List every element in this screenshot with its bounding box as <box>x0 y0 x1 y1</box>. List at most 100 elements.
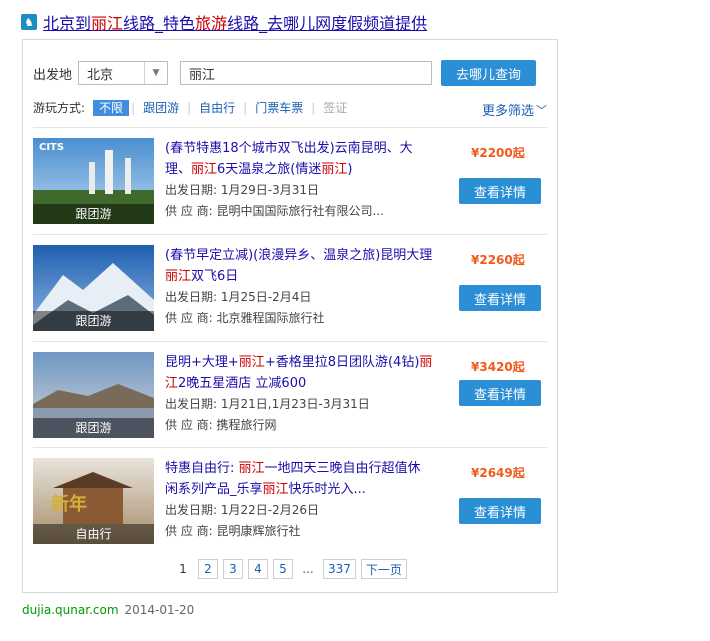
departure-date: 出发日期: 1月29日-3月31日 <box>165 180 433 201</box>
result-source: dujia.qunar.com 2014-01-20 <box>22 603 194 617</box>
price: ¥3420起 <box>471 360 525 374</box>
product-item: 新年 自由行 特惠自由行: 丽江一地四天三晚自由行超值休闲系列产品_乐享丽江快乐… <box>33 447 547 554</box>
next-page-button[interactable]: 下一页 <box>360 559 407 579</box>
price: ¥2260起 <box>471 253 525 267</box>
pagination: 1 2 3 4 5 ... 337 下一页 <box>173 559 412 579</box>
date-value: 1月21日,1月23日-3月31日 <box>220 397 370 411</box>
product-thumbnail[interactable]: 跟团游 <box>33 352 154 438</box>
date-value: 1月25日-2月4日 <box>220 290 312 304</box>
supplier-label: 供 应 商: <box>165 418 213 432</box>
name-part: 双飞6日 <box>191 269 239 284</box>
supplier-label: 供 应 商: <box>165 524 213 538</box>
date-value: 1月29日-3月31日 <box>220 183 320 197</box>
destination-value: 丽江 <box>189 67 216 83</box>
travel-search-box: 出发地 北京 ▼ 丽江 去哪儿查询 游玩方式: 不限 | 跟团游 | 自由行 |… <box>22 39 558 593</box>
more-filters-label: 更多筛选 <box>481 104 534 119</box>
tour-type-badge: 跟团游 <box>33 204 154 224</box>
chevron-down-icon[interactable]: ▼ <box>144 62 167 84</box>
camel-icon: ♞ <box>21 14 37 30</box>
date-label: 出发日期: <box>165 397 218 411</box>
name-highlight: 丽江 <box>165 269 192 284</box>
page-link-last[interactable]: 337 <box>323 559 356 579</box>
page-link[interactable]: 5 <box>273 559 293 579</box>
name-highlight: 丽江 <box>321 162 348 177</box>
page-link[interactable]: 4 <box>248 559 268 579</box>
name-part: 2晚五星酒店 立减600 <box>178 376 307 391</box>
departure-date: 出发日期: 1月21日,1月23日-3月31日 <box>165 394 433 415</box>
name-part: ) <box>347 162 353 177</box>
tour-type-badge: 跟团游 <box>33 311 154 331</box>
view-details-button[interactable]: 查看详情 <box>459 380 541 406</box>
date-label: 出发日期: <box>165 503 218 517</box>
product-name-link[interactable]: (春节特惠18个城市双飞出发)云南昆明、大理、丽江6天温泉之旅(情迷丽江) <box>165 138 433 180</box>
supplier-value: 携程旅行网 <box>216 418 277 432</box>
tour-type-badge: 跟团游 <box>33 418 154 438</box>
name-part: 特惠自由行: <box>165 461 239 476</box>
from-label: 出发地 <box>33 67 73 83</box>
product-item: 跟团游 (春节早定立减)(浪漫异乡、温泉之旅)昆明大理丽江双飞6日 出发日期: … <box>33 234 547 341</box>
chevron-down-icon: ﹀ <box>536 103 547 117</box>
name-part: 6天温泉之旅(情迷 <box>217 162 322 177</box>
page-link[interactable]: 3 <box>223 559 243 579</box>
view-details-button[interactable]: 查看详情 <box>459 178 541 204</box>
from-city-value: 北京 <box>87 67 114 83</box>
view-details-button[interactable]: 查看详情 <box>459 498 541 524</box>
departure-date: 出发日期: 1月25日-2月4日 <box>165 287 433 308</box>
search-button[interactable]: 去哪儿查询 <box>441 60 537 86</box>
title-part[interactable]: 北京到 <box>43 14 91 33</box>
divider: | <box>187 100 192 115</box>
title-part[interactable]: 线路_特色 <box>123 14 195 33</box>
title-highlight[interactable]: 旅游 <box>195 14 227 33</box>
name-highlight: 丽江 <box>191 162 218 177</box>
price: ¥2649起 <box>471 466 525 480</box>
name-part: +香格里拉8日团队游(4钻) <box>264 355 420 370</box>
source-date: 2014-01-20 <box>124 603 195 617</box>
date-value: 1月22日-2月26日 <box>220 503 320 517</box>
filter-row: 游玩方式: 不限 | 跟团游 | 自由行 | 门票车票 | 签证 <box>33 99 553 116</box>
product-item: 跟团游 昆明+大理+丽江+香格里拉8日团队游(4钻)丽江2晚五星酒店 立减600… <box>33 341 547 448</box>
product-name-link[interactable]: 特惠自由行: 丽江一地四天三晚自由行超值休闲系列产品_乐享丽江快乐时光入... <box>165 458 433 500</box>
product-thumbnail[interactable]: 新年 自由行 <box>33 458 154 544</box>
supplier-label: 供 应 商: <box>165 204 213 218</box>
filter-tab-visa[interactable]: 签证 <box>317 100 353 116</box>
divider: | <box>311 100 316 115</box>
name-highlight: 丽江 <box>238 461 265 476</box>
divider: | <box>243 100 248 115</box>
price: ¥2200起 <box>471 146 525 160</box>
supplier-value: 昆明康辉旅行社 <box>216 524 301 538</box>
cits-logo: CITS <box>39 142 65 153</box>
product-info: 特惠自由行: 丽江一地四天三晚自由行超值休闲系列产品_乐享丽江快乐时光入... … <box>165 458 433 542</box>
departure-date: 出发日期: 1月22日-2月26日 <box>165 500 433 521</box>
name-highlight: 丽江 <box>238 355 265 370</box>
search-row: 出发地 北京 ▼ 丽江 去哪儿查询 <box>33 60 537 86</box>
name-part: 昆明+大理+ <box>165 355 239 370</box>
filter-tab-all[interactable]: 不限 <box>93 99 130 116</box>
page-ellipsis: ... <box>302 562 314 576</box>
product-name-link[interactable]: (春节早定立减)(浪漫异乡、温泉之旅)昆明大理丽江双飞6日 <box>165 245 433 287</box>
filter-label: 游玩方式: <box>33 101 86 115</box>
svg-text:新年: 新年 <box>51 493 87 515</box>
view-details-button[interactable]: 查看详情 <box>459 285 541 311</box>
supplier: 供 应 商: 北京雅程国际旅行社 <box>165 308 433 329</box>
filter-tab-tickets[interactable]: 门票车票 <box>249 100 309 116</box>
product-thumbnail[interactable]: 跟团游 <box>33 245 154 331</box>
title-highlight[interactable]: 丽江 <box>91 14 123 33</box>
page-link[interactable]: 2 <box>198 559 218 579</box>
product-info: (春节特惠18个城市双飞出发)云南昆明、大理、丽江6天温泉之旅(情迷丽江) 出发… <box>165 138 433 222</box>
supplier-value: 昆明中国国际旅行社有限公司... <box>216 204 384 218</box>
filter-tab-group-tour[interactable]: 跟团游 <box>137 100 185 116</box>
supplier: 供 应 商: 昆明康辉旅行社 <box>165 521 433 542</box>
result-title-link[interactable]: 北京到丽江线路_特色旅游线路_去哪儿网度假频道提供 <box>43 10 427 34</box>
from-city-select[interactable]: 北京 ▼ <box>78 61 169 85</box>
supplier-value: 北京雅程国际旅行社 <box>216 311 325 325</box>
divider: | <box>131 100 136 115</box>
product-info: 昆明+大理+丽江+香格里拉8日团队游(4钻)丽江2晚五星酒店 立减600 出发日… <box>165 352 433 436</box>
more-filters-link[interactable]: 更多筛选 ﹀ <box>481 100 547 120</box>
destination-input[interactable]: 丽江 <box>180 61 433 85</box>
product-info: (春节早定立减)(浪漫异乡、温泉之旅)昆明大理丽江双飞6日 出发日期: 1月25… <box>165 245 433 329</box>
product-thumbnail[interactable]: CITS 跟团游 <box>33 138 154 224</box>
tour-type-badge: 自由行 <box>33 524 154 544</box>
filter-tab-independent[interactable]: 自由行 <box>193 100 241 116</box>
title-part[interactable]: 线路_去哪儿网度假频道提供 <box>227 14 427 33</box>
product-name-link[interactable]: 昆明+大理+丽江+香格里拉8日团队游(4钻)丽江2晚五星酒店 立减600 <box>165 352 433 394</box>
